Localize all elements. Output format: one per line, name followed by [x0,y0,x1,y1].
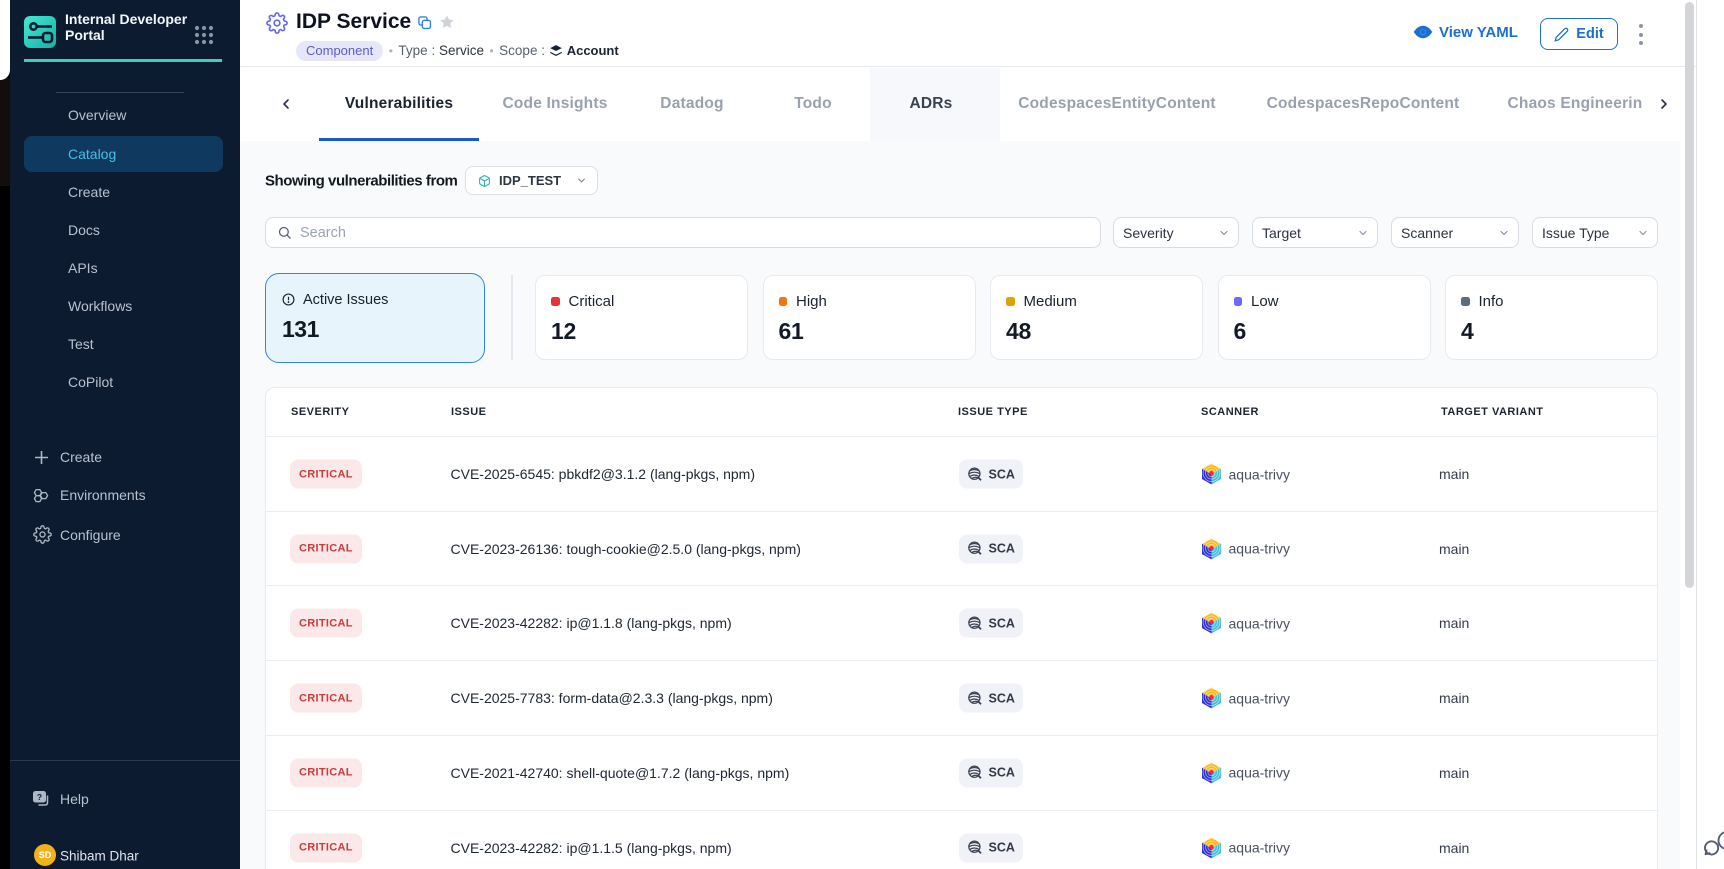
svg-text:?: ? [37,792,42,802]
